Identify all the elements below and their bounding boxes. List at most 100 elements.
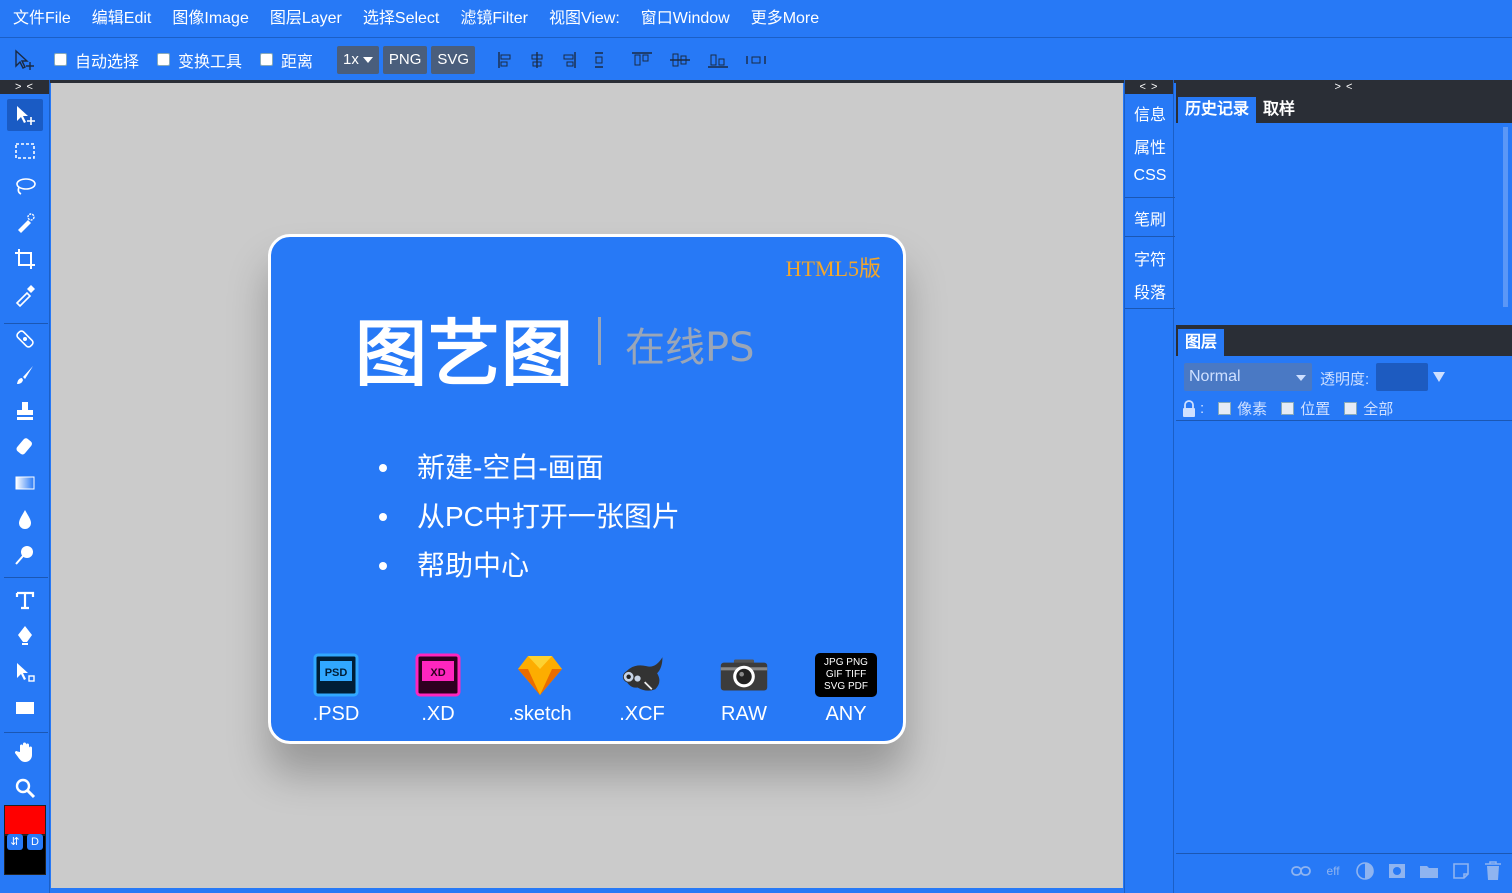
menu-view[interactable]: 视图View: <box>540 0 629 38</box>
welcome-card: HTML5版 图艺图 在线PS 新建-空白-画面 从PC中打开一张图片 帮助中心… <box>268 234 906 744</box>
export-png-button[interactable]: PNG <box>382 45 428 74</box>
panel-tab-css[interactable]: CSS <box>1125 167 1175 185</box>
panel-tab-brush[interactable]: 笔刷 <box>1125 206 1175 230</box>
any-line-2: GIF TIFF <box>826 669 866 680</box>
menu-select[interactable]: 选择Select <box>354 0 448 38</box>
format-xcf: .XCF <box>607 653 677 726</box>
distance-box[interactable] <box>260 53 274 66</box>
pen-tool[interactable] <box>7 620 43 652</box>
panel-tab-character[interactable]: 字符 <box>1125 246 1175 270</box>
tab-swatches[interactable]: 取样 <box>1256 97 1302 123</box>
distribute-h-icon[interactable] <box>745 51 767 69</box>
align-right-icon[interactable] <box>561 51 577 69</box>
tools-collapse-toggle[interactable]: > < <box>0 80 49 94</box>
menu-filter[interactable]: 滤镜Filter <box>451 0 537 38</box>
lock-all-checkbox[interactable] <box>1344 402 1358 415</box>
format-any-label: ANY <box>825 703 867 725</box>
blend-mode-value: Normal <box>1189 368 1241 385</box>
align-bottom-icon[interactable] <box>707 51 729 69</box>
align-center-h-icon[interactable] <box>529 51 545 69</box>
side-panel-collapse-toggle[interactable]: < > <box>1125 80 1173 94</box>
distance-label: 距离 <box>281 53 314 71</box>
lock-pixels-checkbox[interactable] <box>1218 402 1232 415</box>
stamp-tool[interactable] <box>7 395 43 427</box>
foreground-color-swatch[interactable] <box>4 805 46 835</box>
default-colors-button[interactable]: D <box>27 834 43 850</box>
bandage-icon <box>16 330 34 348</box>
trash-icon[interactable] <box>1482 861 1504 880</box>
distribute-v-icon[interactable] <box>593 51 605 69</box>
brush-icon <box>17 366 33 384</box>
tab-history[interactable]: 历史记录 <box>1178 97 1257 123</box>
zoom-select[interactable]: 1x <box>337 45 379 74</box>
history-list[interactable] <box>1176 123 1512 325</box>
menu-more[interactable]: 更多More <box>742 0 828 38</box>
auto-select-box[interactable] <box>54 53 67 66</box>
export-svg-button[interactable]: SVG <box>431 45 476 74</box>
adjustment-layer-icon[interactable] <box>1354 862 1376 880</box>
brush-tool[interactable] <box>7 359 43 391</box>
dodge-tool[interactable] <box>7 539 43 571</box>
gradient-icon <box>15 476 35 490</box>
menu-window[interactable]: 窗口Window <box>632 0 739 38</box>
zoom-tool[interactable] <box>7 772 43 804</box>
menu-layer[interactable]: 图层Layer <box>261 0 351 38</box>
blend-mode-select[interactable]: Normal <box>1184 363 1312 391</box>
lasso-tool[interactable] <box>7 171 43 203</box>
hand-tool[interactable] <box>7 736 43 768</box>
opacity-input[interactable] <box>1376 363 1428 391</box>
panel-tab-paragraph[interactable]: 段落 <box>1125 279 1175 303</box>
camera-icon <box>720 653 768 697</box>
marquee-tool[interactable] <box>7 135 43 167</box>
app-subtitle: 在线PS <box>625 325 755 371</box>
right-panel: > < 历史记录 取样 图层 Normal 透明度: : 像素 位置 全部 ef… <box>1176 80 1512 893</box>
transform-tools-checkbox[interactable]: 变换工具 <box>157 48 242 72</box>
eyedropper-tool[interactable] <box>7 279 43 311</box>
swap-colors-button[interactable]: ⇵ <box>7 834 23 850</box>
layer-effects-button[interactable]: eff <box>1322 862 1344 880</box>
options-bar: 自动选择 变换工具 距离 1x PNG SVG <box>0 39 1512 80</box>
gradient-tool[interactable] <box>7 467 43 499</box>
quick-select-tool[interactable] <box>7 207 43 239</box>
align-left-icon[interactable] <box>497 51 513 69</box>
any-line-3: SVG PDF <box>824 681 868 692</box>
eyedropper-icon <box>15 285 35 307</box>
right-panel-collapse-toggle[interactable]: > < <box>1176 80 1512 94</box>
new-group-icon[interactable] <box>1418 862 1440 880</box>
text-tool[interactable] <box>7 584 43 616</box>
help-center-link[interactable]: 帮助中心 <box>379 541 680 590</box>
panel-tab-info[interactable]: 信息 <box>1125 101 1175 125</box>
path-select-tool[interactable] <box>7 656 43 688</box>
menu-image[interactable]: 图像Image <box>163 0 257 38</box>
menu-edit[interactable]: 编辑Edit <box>83 0 161 38</box>
blur-tool[interactable] <box>7 503 43 535</box>
new-layer-icon[interactable] <box>1450 862 1472 880</box>
supported-formats: PSD .PSD XD .XD .sketch .XCF RAW JPG PNG… <box>301 653 881 726</box>
open-from-pc-link[interactable]: 从PC中打开一张图片 <box>379 492 680 541</box>
rect-select-icon <box>15 143 35 159</box>
shape-tool[interactable] <box>7 692 43 724</box>
lock-options: : 像素 位置 全部 <box>1182 398 1393 419</box>
align-top-icon[interactable] <box>631 51 653 69</box>
lock-position-checkbox[interactable] <box>1281 402 1295 415</box>
align-middle-icon[interactable] <box>669 51 691 69</box>
psd-icon-text: PSD <box>325 667 348 679</box>
healing-tool[interactable] <box>7 323 43 355</box>
auto-select-checkbox[interactable]: 自动选择 <box>54 48 139 72</box>
transform-tools-box[interactable] <box>157 53 171 66</box>
eraser-tool[interactable] <box>7 431 43 463</box>
move-tool[interactable] <box>7 99 43 131</box>
new-blank-canvas-link[interactable]: 新建-空白-画面 <box>379 443 680 492</box>
opacity-dropdown-icon[interactable] <box>1433 372 1445 382</box>
hand-icon <box>14 742 32 762</box>
link-layers-icon[interactable] <box>1290 862 1312 880</box>
tab-layers[interactable]: 图层 <box>1178 329 1225 356</box>
panel-tab-properties[interactable]: 属性 <box>1125 134 1175 158</box>
layers-divider <box>1176 420 1512 421</box>
crop-tool[interactable] <box>7 243 43 275</box>
layer-mask-icon[interactable] <box>1386 862 1408 880</box>
layers-footer-divider <box>1176 853 1512 854</box>
history-scrollbar[interactable] <box>1503 127 1508 307</box>
menu-file[interactable]: 文件File <box>4 0 80 38</box>
distance-checkbox[interactable]: 距离 <box>260 48 313 72</box>
